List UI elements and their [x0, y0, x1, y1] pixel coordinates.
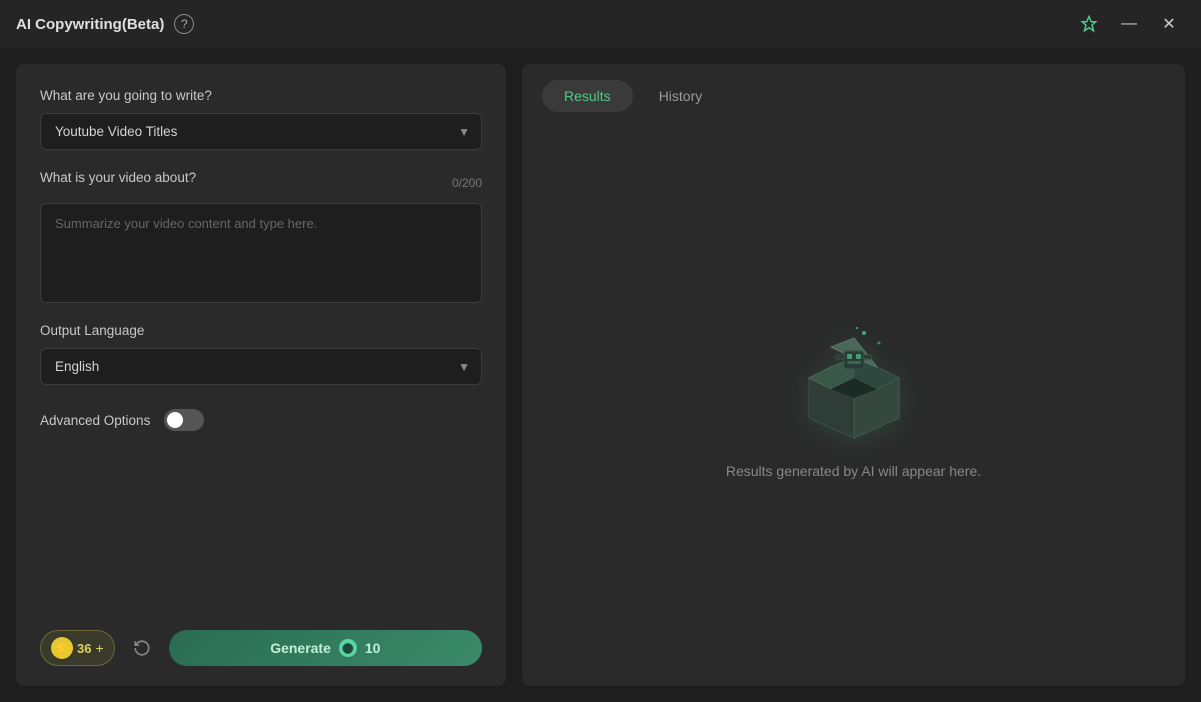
- language-select[interactable]: English Spanish French German Japanese: [40, 348, 482, 385]
- output-lang-label: Output Language: [40, 323, 482, 338]
- video-section-header: What is your video about? 0/200: [40, 170, 482, 195]
- language-wrapper: English Spanish French German Japanese ▼: [40, 348, 482, 385]
- help-icon[interactable]: ?: [174, 14, 194, 34]
- toggle-track: [164, 409, 204, 431]
- generate-button[interactable]: Generate ⬤ 10: [169, 630, 482, 666]
- title-bar-right: — ✕: [1073, 8, 1185, 40]
- close-button[interactable]: ✕: [1153, 8, 1185, 40]
- video-textarea[interactable]: [40, 203, 482, 303]
- char-count: 0/200: [452, 176, 482, 190]
- generate-credits: 10: [365, 640, 381, 656]
- content-type-select[interactable]: Youtube Video Titles Blog Post Product D…: [40, 113, 482, 150]
- empty-text: Results generated by AI will appear here…: [726, 463, 981, 479]
- credits-button[interactable]: ⚡ 36 +: [40, 630, 115, 666]
- toggle-thumb: [167, 412, 183, 428]
- app-title: AI Copywriting(Beta): [16, 16, 164, 33]
- results-empty-state: Results generated by AI will appear here…: [542, 132, 1165, 670]
- title-bar-left: AI Copywriting(Beta) ?: [16, 14, 194, 34]
- credits-plus: +: [95, 640, 103, 656]
- right-panel: Results History: [522, 64, 1185, 686]
- video-label: What is your video about?: [40, 170, 196, 185]
- tab-results[interactable]: Results: [542, 80, 633, 112]
- minimize-button[interactable]: —: [1113, 8, 1145, 40]
- advanced-label: Advanced Options: [40, 413, 150, 428]
- write-label: What are you going to write?: [40, 88, 482, 103]
- main-layout: What are you going to write? Youtube Vid…: [0, 48, 1201, 702]
- bottom-bar: ⚡ 36 + Generate ⬤ 10: [40, 610, 482, 666]
- empty-illustration: [789, 323, 919, 443]
- tab-history[interactable]: History: [637, 80, 725, 112]
- advanced-options-row: Advanced Options: [40, 409, 482, 431]
- content-type-wrapper: Youtube Video Titles Blog Post Product D…: [40, 113, 482, 150]
- title-bar: AI Copywriting(Beta) ? — ✕: [0, 0, 1201, 48]
- credits-count: 36: [77, 641, 91, 656]
- left-panel: What are you going to write? Youtube Vid…: [16, 64, 506, 686]
- advanced-toggle[interactable]: [164, 409, 204, 431]
- pin-button[interactable]: [1073, 8, 1105, 40]
- refresh-button[interactable]: [125, 631, 159, 665]
- tabs-row: Results History: [542, 80, 1165, 112]
- generate-label: Generate: [270, 640, 331, 656]
- credits-icon: ⚡: [51, 637, 73, 659]
- generate-icon: ⬤: [339, 639, 357, 657]
